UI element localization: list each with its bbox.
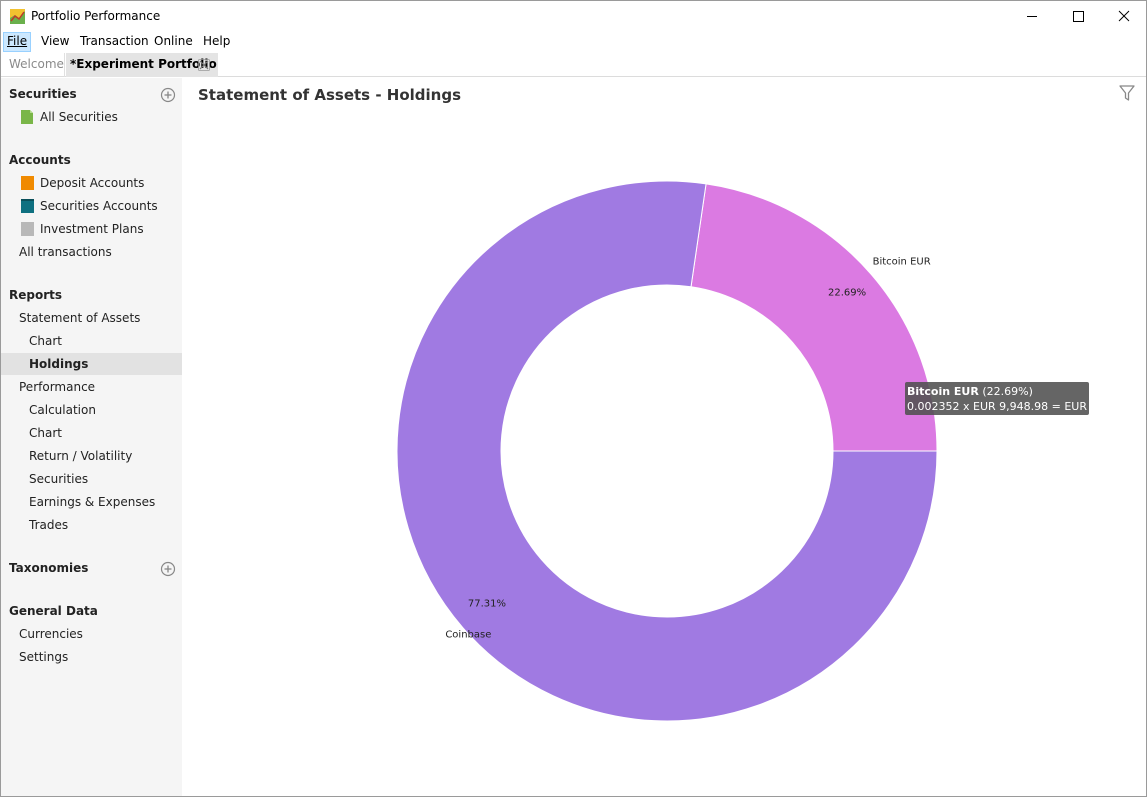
tab-experiment-label: *Experiment Portfolio [70, 57, 217, 71]
document-icon [21, 110, 33, 124]
close-button[interactable] [1101, 1, 1147, 32]
securities-account-icon [21, 199, 34, 213]
menu-bar: File View Transaction Online Help [1, 32, 1146, 52]
sidebar-item-earnings-expenses[interactable]: Earnings & Expenses [29, 491, 155, 513]
tab-experiment-portfolio[interactable]: *Experiment Portfolio [66, 53, 218, 77]
sidebar-item-performance-securities[interactable]: Securities [29, 468, 88, 490]
navigation-sidebar: Securities All Securities Accounts Depos… [1, 78, 182, 796]
menu-file[interactable]: File [3, 32, 32, 52]
section-taxonomies: Taxonomies [9, 561, 89, 575]
section-securities: Securities [9, 87, 77, 101]
holdings-donut-chart[interactable]: 22.69% Bitcoin EUR 77.31% Coinbase [182, 78, 1146, 796]
menu-help-label: Help [203, 34, 231, 48]
tab-welcome[interactable]: Welcome [1, 53, 65, 77]
tooltip-title: Bitcoin EUR (22.69%) [907, 384, 1087, 399]
deposit-account-icon [21, 176, 34, 190]
sidebar-item-all-securities[interactable]: All Securities [40, 106, 118, 128]
sidebar-item-investment-plans[interactable]: Investment Plans [40, 218, 144, 240]
menu-view[interactable]: View [37, 32, 73, 52]
sidebar-item-statement-of-assets[interactable]: Statement of Assets [19, 307, 140, 329]
chart-tooltip: Bitcoin EUR (22.69%) 0.002352 x EUR 9,94… [905, 382, 1122, 415]
minimize-icon [1027, 16, 1037, 17]
maximize-button[interactable] [1055, 1, 1101, 32]
sidebar-item-return-volatility[interactable]: Return / Volatility [29, 445, 132, 467]
menu-file-label: File [7, 34, 28, 48]
menu-online[interactable]: Online [150, 32, 197, 52]
section-accounts: Accounts [9, 153, 71, 167]
window-title: Portfolio Performance [31, 9, 161, 23]
sidebar-item-currencies[interactable]: Currencies [19, 623, 83, 645]
sidebar-item-all-transactions[interactable]: All transactions [19, 241, 112, 263]
donut-percent-label: 22.69% [828, 287, 866, 298]
menu-view-label: View [41, 34, 70, 48]
add-security-icon[interactable] [160, 87, 176, 103]
app-window: Portfolio Performance File View Transact… [0, 0, 1147, 797]
sidebar-item-performance[interactable]: Performance [19, 376, 95, 398]
section-reports: Reports [9, 288, 63, 302]
menu-online-label: Online [154, 34, 193, 48]
add-taxonomy-icon[interactable] [160, 561, 176, 577]
section-general-data: General Data [9, 604, 98, 618]
menu-transaction[interactable]: Transaction [76, 32, 153, 52]
app-logo-icon [10, 9, 25, 24]
donut-percent-label: 77.31% [468, 599, 506, 610]
menu-transaction-label: Transaction [80, 34, 149, 48]
sidebar-item-deposit-accounts[interactable]: Deposit Accounts [40, 172, 144, 194]
maximize-icon [1073, 11, 1084, 22]
tooltip-percent: (22.69%) [982, 385, 1033, 398]
sidebar-item-securities-accounts[interactable]: Securities Accounts [40, 195, 158, 217]
tooltip-detail: 0.002352 x EUR 9,948.98 = EUR 23.40 [907, 400, 1122, 413]
main-panel: Statement of Assets - Holdings 22.69% Bit… [182, 78, 1146, 796]
close-icon [1118, 10, 1130, 22]
title-bar: Portfolio Performance [1, 1, 1146, 32]
sidebar-item-calculation[interactable]: Calculation [29, 399, 96, 421]
menu-help[interactable]: Help [199, 32, 234, 52]
donut-category-label: Coinbase [445, 629, 491, 640]
sidebar-item-holdings[interactable]: Holdings [1, 353, 182, 375]
sidebar-item-settings[interactable]: Settings [19, 646, 68, 668]
minimize-button[interactable] [1009, 1, 1055, 32]
donut-category-label: Bitcoin EUR [873, 257, 931, 268]
investment-plan-icon [21, 222, 34, 236]
donut-slice-bitcoin-eur[interactable] [690, 183, 938, 452]
sidebar-item-performance-chart[interactable]: Chart [29, 422, 62, 444]
editor-tab-bar: Welcome *Experiment Portfolio [1, 52, 1146, 77]
tab-close-icon[interactable] [198, 59, 210, 71]
sidebar-item-statement-chart[interactable]: Chart [29, 330, 62, 352]
sidebar-item-trades[interactable]: Trades [29, 514, 68, 536]
tooltip-name: Bitcoin EUR [907, 385, 979, 398]
